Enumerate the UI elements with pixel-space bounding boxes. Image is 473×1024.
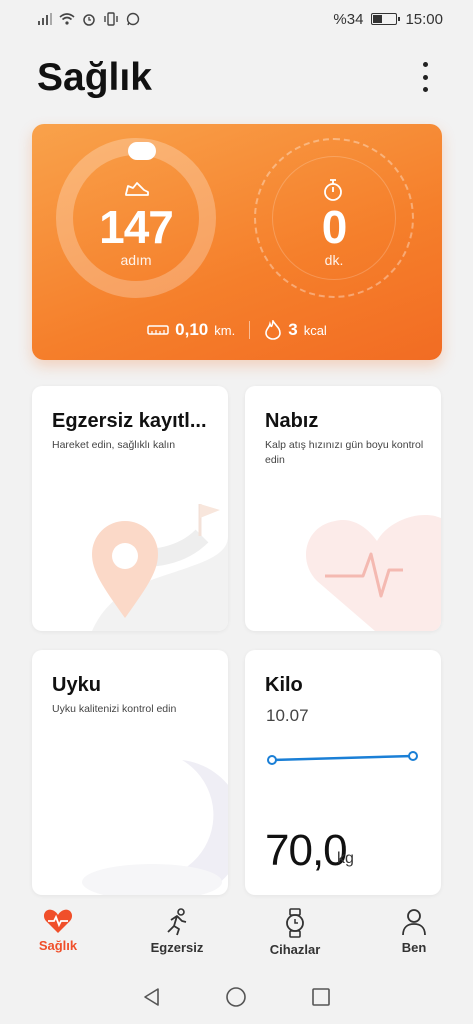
alarm-icon [83, 14, 95, 26]
nav-item-me[interactable]: Ben [374, 908, 454, 955]
card-title: Nabız [265, 410, 319, 432]
heart-rate-card[interactable]: Nabız Kalp atış hızınızı gün boyu kontro… [245, 386, 441, 631]
card-subtitle: Hareket edin, sağlıklı kalın [52, 439, 176, 451]
nav-item-health[interactable]: Sağlık [18, 908, 98, 953]
status-icons-left [38, 12, 140, 26]
signal-icon [38, 13, 52, 25]
flame-icon [265, 320, 282, 340]
watch-icon [286, 908, 304, 938]
distance-value: 0,10 [175, 320, 209, 339]
nav-label: Egzersiz [150, 940, 204, 955]
activity-summary-card[interactable]: 147 adım 0 dk. 0,10 km. 3 kcal [32, 124, 442, 360]
card-title: Egzersiz kayıtl... [52, 410, 207, 432]
heart-pulse-icon [43, 909, 73, 933]
distance-group: 0,10 km. [147, 320, 235, 340]
shoe-icon [125, 182, 149, 196]
calories-unit: kcal [303, 322, 327, 338]
back-icon[interactable] [141, 986, 163, 1008]
steps-value: 147 [99, 201, 174, 253]
status-icons-right: %34 15:00 [333, 11, 443, 28]
person-icon [402, 909, 426, 936]
battery-percent: %34 [333, 10, 364, 28]
weight-point-end [408, 751, 418, 761]
card-title: Uyku [52, 674, 101, 696]
card-subtitle: Kalp atış hızınızı gün boyu kontrol edin [265, 439, 424, 466]
weight-value: 70,0 [265, 826, 348, 875]
status-bar: %34 15:00 [0, 0, 473, 38]
steps-progress-marker [128, 142, 156, 160]
nav-item-exercise[interactable]: Egzersiz [137, 908, 217, 955]
home-icon[interactable] [225, 986, 247, 1008]
battery-icon [371, 13, 401, 25]
bottom-navigation: Sağlık Egzersiz Cihazlar Ben [0, 900, 473, 970]
wifi-icon [59, 13, 75, 25]
running-icon [167, 908, 187, 936]
nav-item-devices[interactable]: Cihazlar [255, 908, 335, 957]
system-navigation-bar [0, 970, 473, 1024]
stopwatch-icon [324, 179, 342, 201]
distance-unit: km. [214, 322, 236, 338]
more-options-icon[interactable] [415, 60, 435, 94]
clock: 15:00 [405, 10, 443, 28]
weight-trend-line [271, 754, 414, 762]
steps-unit: adım [120, 252, 152, 268]
ruler-icon [147, 325, 169, 335]
battery-level [373, 15, 382, 23]
exercise-records-card[interactable]: Egzersiz kayıtl... Hareket edin, sağlıkl… [32, 386, 228, 631]
summary-footer: 0,10 km. 3 kcal [32, 320, 442, 340]
calories-group: 3 kcal [264, 320, 327, 340]
weight-unit: kg [337, 850, 354, 867]
minutes-value: 0 [321, 201, 348, 253]
nav-label: Sağlık [38, 938, 78, 953]
page-title: Sağlık [37, 56, 152, 99]
weight-point-start [267, 755, 277, 765]
minutes-unit: dk. [324, 252, 344, 268]
weight-card[interactable]: Kilo 10.07 70,0 kg [245, 650, 441, 895]
calories-value: 3 [288, 320, 298, 339]
nav-label: Cihazlar [269, 942, 321, 957]
sleep-card[interactable]: Uyku Uyku kalitenizi kontrol edin [32, 650, 228, 895]
vibrate-icon [104, 12, 118, 26]
nav-label: Ben [401, 940, 427, 955]
card-subtitle: Uyku kalitenizi kontrol edin [52, 703, 177, 715]
footer-divider [249, 321, 251, 339]
whatsapp-icon [126, 12, 140, 26]
recents-icon[interactable] [310, 986, 332, 1008]
